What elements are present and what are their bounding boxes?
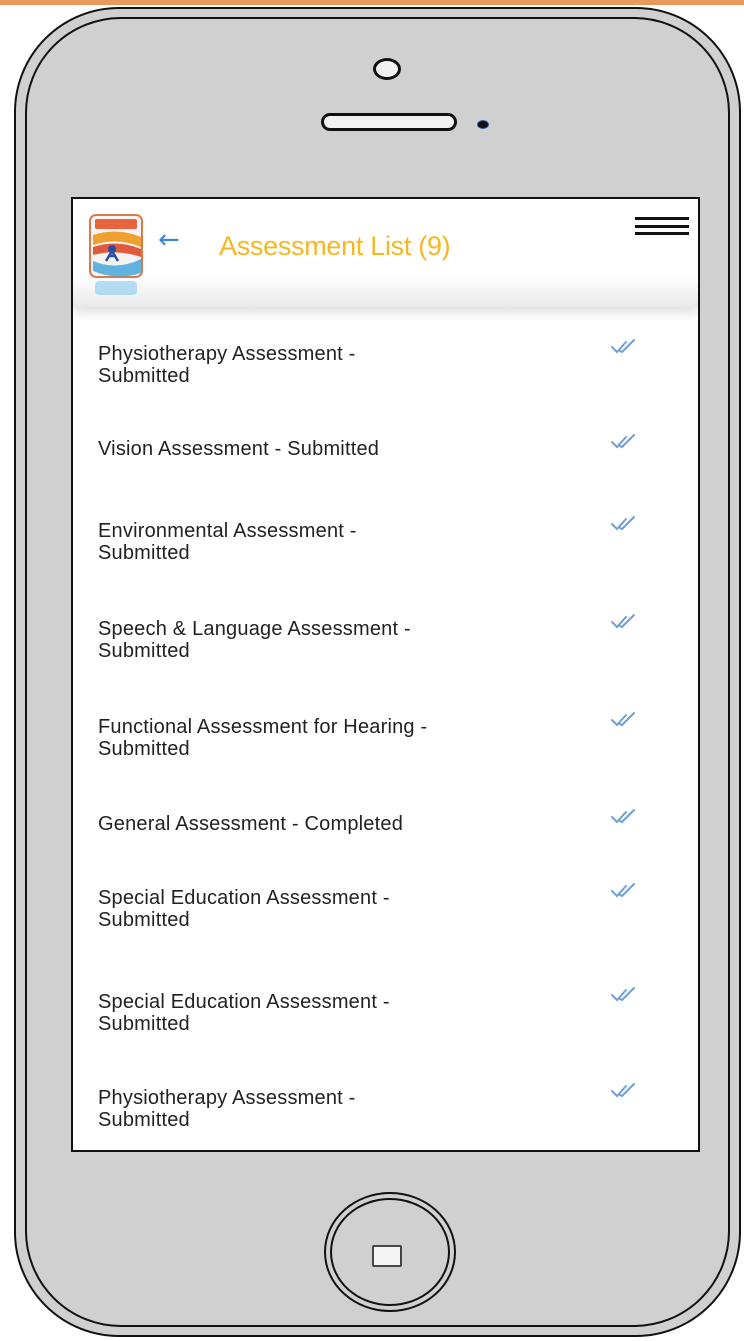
app-screen: ← Assessment List (9) Physiotherapy Asse… — [71, 197, 700, 1152]
item-status-line: Submitted — [98, 1109, 190, 1131]
list-item-label: General Assessment - Completed — [98, 813, 528, 835]
double-check-icon — [611, 516, 635, 531]
item-status-line: Submitted — [98, 640, 190, 662]
double-check-icon — [611, 987, 635, 1002]
item-title-line: Special Education Assessment - — [98, 887, 390, 909]
list-item-label: Physiotherapy Assessment - Submitted — [98, 1087, 528, 1131]
list-item-label: Functional Assessment for Hearing - Subm… — [98, 716, 528, 760]
back-arrow-icon[interactable]: ← — [158, 227, 180, 253]
top-accent-bar — [0, 0, 744, 5]
double-check-icon — [611, 1083, 635, 1098]
item-status-line: Submitted — [98, 738, 190, 760]
front-camera-icon — [373, 58, 401, 80]
double-check-icon — [611, 339, 635, 354]
list-item-label: Environmental Assessment - Submitted — [98, 520, 528, 564]
app-header: ← Assessment List (9) — [73, 199, 698, 307]
item-status-line: Submitted — [98, 1013, 190, 1035]
double-check-icon — [611, 883, 635, 898]
double-check-icon — [611, 712, 635, 727]
double-check-icon — [611, 809, 635, 824]
list-item-label: Speech & Language Assessment - Submitted — [98, 618, 528, 662]
item-status-line: Submitted — [98, 909, 190, 931]
item-status-line: Submitted — [98, 365, 190, 387]
item-title-line: Vision Assessment - Submitted — [98, 438, 380, 460]
page-title: Assessment List (9) — [219, 231, 451, 261]
item-title-line: Special Education Assessment - — [98, 991, 390, 1013]
item-title-line: Speech & Language Assessment - — [98, 618, 411, 640]
list-item-label: Special Education Assessment - Submitted — [98, 887, 528, 931]
app-logo-icon — [89, 214, 143, 295]
sensor-dot — [477, 120, 489, 129]
item-status-line: Submitted — [98, 542, 190, 564]
item-title-line: General Assessment - Completed — [98, 813, 404, 835]
list-item-label: Physiotherapy Assessment - Submitted — [98, 343, 528, 387]
list-item-label: Special Education Assessment - Submitted — [98, 991, 528, 1035]
earpiece-speaker — [321, 113, 457, 131]
double-check-icon — [611, 434, 635, 449]
home-square-icon[interactable] — [372, 1245, 402, 1267]
list-item-label: Vision Assessment - Submitted — [98, 438, 528, 460]
double-check-icon — [611, 614, 635, 629]
hamburger-menu-icon[interactable] — [635, 217, 689, 241]
item-title-line: Environmental Assessment - — [98, 520, 357, 542]
item-title-line: Physiotherapy Assessment - — [98, 343, 356, 365]
item-title-line: Physiotherapy Assessment - — [98, 1087, 356, 1109]
item-title-line: Functional Assessment for Hearing - — [98, 716, 428, 738]
